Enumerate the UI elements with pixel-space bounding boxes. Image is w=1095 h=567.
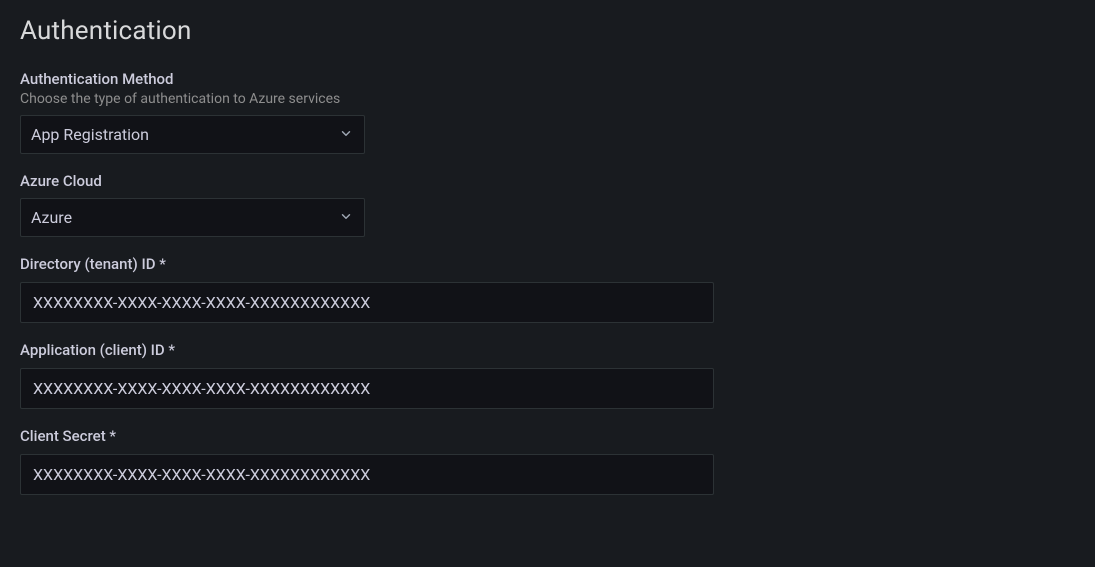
tenant-id-field: Directory (tenant) ID * (20, 255, 1075, 323)
auth-method-description: Choose the type of authentication to Azu… (20, 91, 1075, 107)
client-secret-field: Client Secret * (20, 427, 1075, 495)
tenant-id-label: Directory (tenant) ID * (20, 255, 1075, 273)
auth-method-select-wrapper: App Registration (20, 115, 365, 154)
auth-method-label: Authentication Method (20, 70, 1075, 88)
azure-cloud-select-wrapper: Azure (20, 198, 365, 237)
azure-cloud-label: Azure Cloud (20, 172, 1075, 190)
tenant-id-input[interactable] (20, 282, 714, 323)
client-id-input[interactable] (20, 368, 714, 409)
client-secret-input[interactable] (20, 454, 714, 495)
client-secret-label: Client Secret * (20, 427, 1075, 445)
client-id-label: Application (client) ID * (20, 341, 1075, 359)
auth-method-field: Authentication Method Choose the type of… (20, 70, 1075, 154)
azure-cloud-field: Azure Cloud Azure (20, 172, 1075, 237)
client-id-field: Application (client) ID * (20, 341, 1075, 409)
auth-method-select[interactable]: App Registration (20, 115, 365, 154)
section-title: Authentication (20, 16, 1075, 46)
azure-cloud-select[interactable]: Azure (20, 198, 365, 237)
